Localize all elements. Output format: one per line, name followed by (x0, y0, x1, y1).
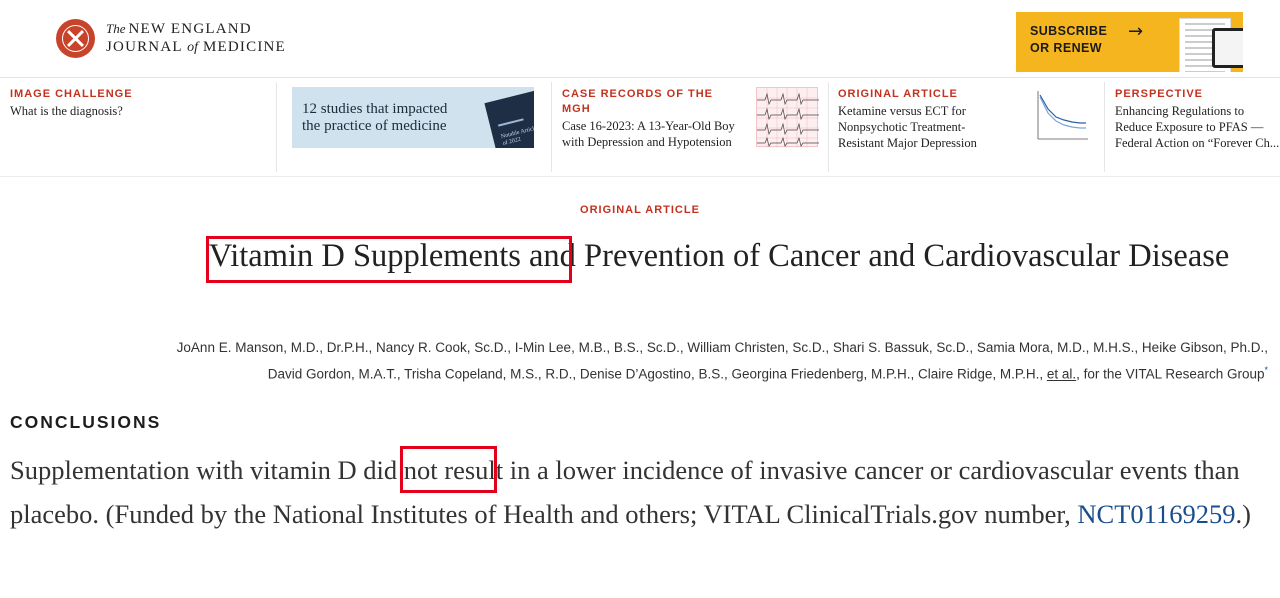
arrow-right-icon: → (1128, 21, 1144, 42)
footnote-marker[interactable]: * (1264, 365, 1268, 375)
logo-of: of (187, 40, 199, 55)
conclusions-heading: CONCLUSIONS (10, 412, 162, 432)
article-type-label: ORIGINAL ARTICLE (580, 204, 700, 216)
promo-title-line3: Federal Action on “Forever Ch... (1115, 136, 1280, 150)
line-graph-thumbnail[interactable] (1030, 87, 1090, 149)
banner-title-line2: the practice of medicine (302, 118, 447, 134)
subscribe-label: SUBSCRIBE (1030, 24, 1108, 38)
promo-title[interactable]: Enhancing Regulations to Reduce Exposure… (1115, 103, 1280, 151)
book-cover-text: Notable Articles of 2022 (500, 124, 534, 147)
ecg-thumbnail[interactable] (756, 87, 819, 148)
promo-kicker: CASE RECORDS OF THE MGH (562, 88, 714, 115)
promo-kicker: ORIGINAL ARTICLE (838, 88, 958, 100)
promo-divider (1104, 82, 1105, 172)
promo-notable-articles-banner[interactable]: 12 studies that impacted the practice of… (292, 87, 534, 148)
logo-journal: JOURNAL (106, 39, 183, 55)
promo-divider (828, 82, 829, 172)
book-cover-image: Notable Articles of 2022 (484, 88, 534, 148)
promo-title[interactable]: What is the diagnosis? (10, 103, 270, 119)
nejm-seal-logo[interactable] (56, 19, 95, 58)
promo-divider (276, 82, 277, 172)
author-list: JoAnn E. Manson, M.D., Dr.P.H., Nancy R.… (170, 337, 1268, 386)
tablet-device-image (1212, 28, 1243, 68)
subscribe-button[interactable]: SUBSCRIBE OR RENEW → (1016, 12, 1243, 72)
et-al-link[interactable]: et al. (1047, 367, 1076, 382)
conclusion-paragraph: Supplementation with vitamin D did not r… (10, 448, 1272, 536)
conclusion-end: .) (1235, 499, 1251, 529)
promo-case-records[interactable]: CASE RECORDS OF THE MGH Case 16-2023: A … (562, 78, 742, 174)
conclusion-text: Supplementation with vitamin D did not r… (10, 455, 1240, 529)
promo-kicker: PERSPECTIVE (1115, 88, 1204, 100)
promo-original-article[interactable]: ORIGINAL ARTICLE Ketamine versus ECT for… (838, 78, 1008, 174)
renew-label: OR RENEW (1030, 41, 1102, 55)
logo-the: The (106, 21, 126, 36)
promo-image-challenge[interactable]: IMAGE CHALLENGE What is the diagnosis? (10, 78, 270, 174)
promo-title[interactable]: Ketamine versus ECT for Nonpsychotic Tre… (838, 103, 1008, 151)
banner-title-line1: 12 studies that impacted (302, 101, 448, 117)
promo-divider (551, 82, 552, 172)
authors-tail: , for the VITAL Research Group (1076, 366, 1265, 382)
highlight-box-title (206, 236, 572, 283)
promo-kicker: IMAGE CHALLENGE (10, 88, 133, 100)
logo-line1: NEW ENGLAND (128, 21, 252, 37)
highlight-box-did-not (400, 446, 497, 493)
strip-divider (0, 176, 1280, 177)
promo-title-line1: Enhancing Regulations to (1115, 104, 1245, 118)
nejm-wordmark[interactable]: The NEW ENGLAND JOURNAL of MEDICINE (106, 20, 286, 57)
promo-title[interactable]: Case 16-2023: A 13-Year-Old Boy with Dep… (562, 118, 742, 150)
nct-link[interactable]: NCT01169259 (1077, 499, 1235, 529)
promo-perspective[interactable]: PERSPECTIVE Enhancing Regulations to Red… (1115, 78, 1280, 174)
promo-title-line2: Reduce Exposure to PFAS — (1115, 120, 1264, 134)
logo-medicine: MEDICINE (202, 39, 286, 55)
